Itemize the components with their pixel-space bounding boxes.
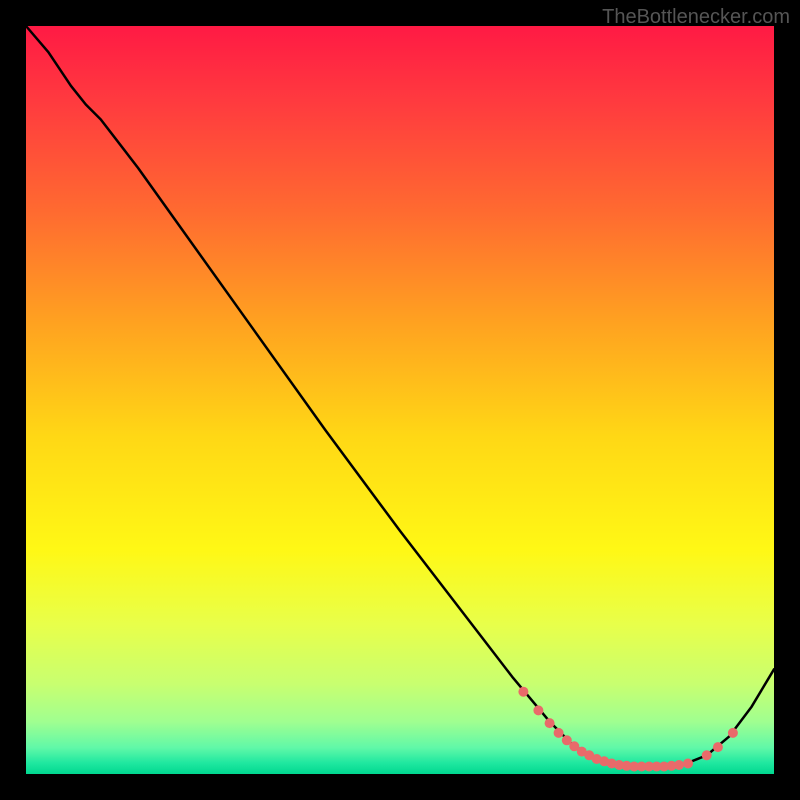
plot-background xyxy=(26,26,774,774)
data-marker xyxy=(702,750,712,760)
chart-container: TheBottlenecker.com xyxy=(0,0,800,800)
data-marker xyxy=(683,759,693,769)
chart-svg xyxy=(0,0,800,800)
data-marker xyxy=(518,687,528,697)
data-marker xyxy=(533,705,543,715)
data-marker xyxy=(545,718,555,728)
watermark-text: TheBottlenecker.com xyxy=(602,6,790,29)
data-marker xyxy=(713,742,723,752)
data-marker xyxy=(554,728,564,738)
data-marker xyxy=(674,760,684,770)
data-marker xyxy=(728,728,738,738)
